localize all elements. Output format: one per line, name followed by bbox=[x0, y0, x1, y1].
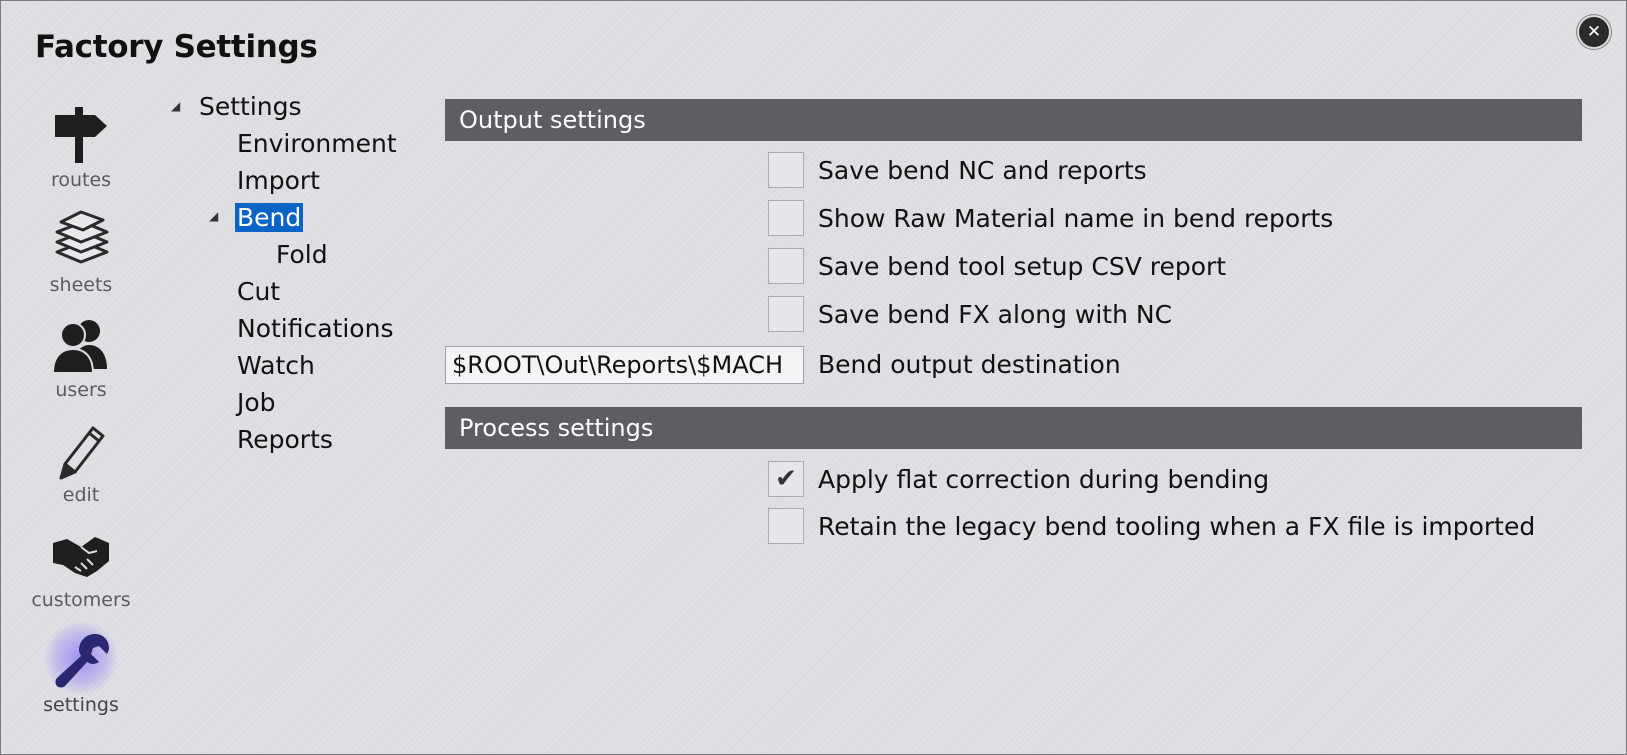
option-label: Show Raw Material name in bend reports bbox=[818, 204, 1334, 233]
tree-item-watch[interactable]: Watch bbox=[235, 350, 317, 382]
nav-label-sheets: sheets bbox=[49, 274, 113, 296]
option-label: Save bend FX along with NC bbox=[818, 300, 1173, 329]
nav-item-sheets[interactable]: sheets bbox=[1, 202, 161, 302]
close-button[interactable]: ✕ bbox=[1579, 17, 1609, 47]
tree-item-import[interactable]: Import bbox=[235, 165, 322, 197]
signpost-icon bbox=[55, 107, 107, 163]
users-icon bbox=[51, 320, 107, 374]
process-settings-header: Process settings bbox=[445, 407, 1582, 449]
pencil-icon bbox=[59, 426, 105, 480]
option-label: Save bend NC and reports bbox=[818, 156, 1147, 185]
tree-item-environment[interactable]: Environment bbox=[235, 128, 399, 160]
close-icon: ✕ bbox=[1586, 22, 1602, 42]
nav-item-edit[interactable]: edit bbox=[1, 412, 161, 512]
tree-item-notifications[interactable]: Notifications bbox=[235, 313, 395, 345]
checkmark-icon: ✔ bbox=[775, 464, 797, 494]
tree-item-bend[interactable]: Bend bbox=[235, 202, 304, 234]
tree-item-cut[interactable]: Cut bbox=[235, 276, 282, 308]
option-label: Retain the legacy bend tooling when a FX… bbox=[818, 512, 1536, 541]
nav-label-users: users bbox=[55, 379, 107, 401]
factory-settings-window: Factory Settings ✕ routes sheets users e… bbox=[0, 0, 1627, 755]
checkbox-retain-legacy-tooling[interactable] bbox=[768, 508, 804, 544]
handshake-icon bbox=[53, 537, 109, 577]
checkbox-save-bend-fx[interactable] bbox=[768, 296, 804, 332]
tree-expander-settings[interactable]: ◢ bbox=[171, 99, 180, 113]
nav-label-edit: edit bbox=[62, 484, 100, 506]
sheets-stack-icon bbox=[55, 210, 109, 264]
nav-item-customers[interactable]: customers bbox=[1, 517, 161, 617]
nav-item-users[interactable]: users bbox=[1, 307, 161, 407]
option-label: Save bend tool setup CSV report bbox=[818, 252, 1227, 281]
tree-item-settings[interactable]: Settings bbox=[197, 91, 304, 123]
checkbox-show-raw-material[interactable] bbox=[768, 200, 804, 236]
nav-label-settings: settings bbox=[43, 694, 119, 716]
tree-expander-bend[interactable]: ◢ bbox=[209, 209, 218, 223]
nav-item-settings[interactable]: settings bbox=[1, 620, 161, 722]
wrench-icon bbox=[55, 634, 109, 688]
window-title: Factory Settings bbox=[35, 29, 318, 65]
output-settings-header: Output settings bbox=[445, 99, 1582, 141]
bend-output-destination-input[interactable] bbox=[445, 346, 804, 384]
nav-item-routes[interactable]: routes bbox=[1, 97, 161, 197]
tree-item-reports[interactable]: Reports bbox=[235, 424, 335, 456]
bend-output-destination-label: Bend output destination bbox=[818, 350, 1121, 379]
checkbox-save-tool-setup-csv[interactable] bbox=[768, 248, 804, 284]
checkbox-apply-flat-correction[interactable]: ✔ bbox=[768, 461, 804, 497]
option-label: Apply flat correction during bending bbox=[818, 465, 1270, 494]
nav-label-routes: routes bbox=[50, 169, 112, 191]
checkbox-save-bend-nc[interactable] bbox=[768, 152, 804, 188]
tree-item-fold[interactable]: Fold bbox=[274, 239, 330, 271]
tree-item-job[interactable]: Job bbox=[235, 387, 278, 419]
nav-label-customers: customers bbox=[31, 589, 131, 611]
